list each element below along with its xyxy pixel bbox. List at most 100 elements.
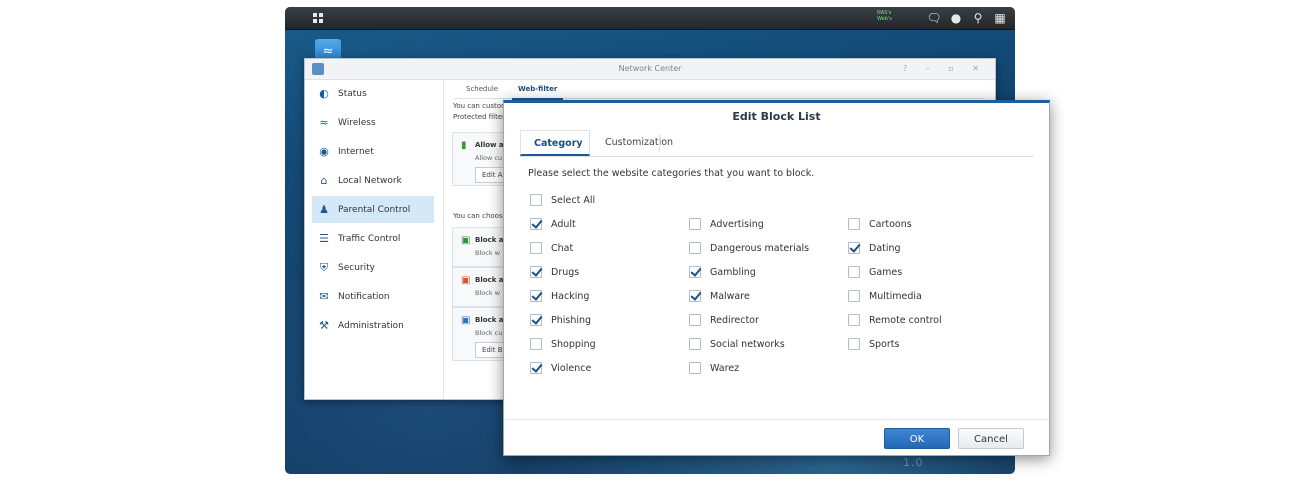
lock-icon: ▣ [461, 275, 471, 286]
card-title: Block a [475, 316, 504, 324]
checkbox-box[interactable] [848, 266, 860, 278]
checkbox-label: Drugs [551, 266, 580, 278]
card-title: Block a [475, 236, 504, 244]
card-title: Block a [475, 276, 504, 284]
checkbox-box[interactable] [530, 362, 542, 374]
local-network-icon: ⌂ [320, 174, 328, 187]
category-checkbox-phishing[interactable]: Phishing [530, 312, 591, 328]
checkbox-box[interactable] [689, 362, 701, 374]
checkbox-label: Adult [551, 218, 576, 230]
category-checkbox-cartoons[interactable]: Cartoons [848, 216, 912, 232]
tab-web-filter[interactable]: Web-filter [512, 80, 564, 100]
card-title: Allow a [475, 141, 504, 149]
tab-category[interactable]: Category [520, 130, 590, 156]
checkbox-box[interactable] [848, 338, 860, 350]
checkbox-box[interactable] [530, 242, 542, 254]
user-icon[interactable]: ● [945, 7, 967, 29]
ok-button[interactable]: OK [884, 428, 950, 449]
description-text: You can custom [453, 102, 508, 110]
checkbox-label: Select All [551, 194, 596, 206]
tab-schedule[interactable]: Schedule [460, 80, 504, 98]
checkbox-box[interactable] [689, 218, 701, 230]
sidebar-item-label: Internet [338, 146, 374, 157]
checkbox-box[interactable] [848, 218, 860, 230]
checkbox-box[interactable] [689, 290, 701, 302]
checkbox-box[interactable] [689, 266, 701, 278]
edit-block-list-dialog: Edit Block List Category Customization P… [503, 100, 1050, 456]
sidebar-item-label: Administration [338, 320, 404, 331]
window-titlebar[interactable]: Network Center ? – ▫ ✕ [305, 59, 995, 80]
category-checkbox-remote-control[interactable]: Remote control [848, 312, 942, 328]
tab-bar: Schedule Web-filter [454, 80, 984, 100]
sidebar-item-status[interactable]: ◐ Status [312, 80, 434, 107]
window-controls[interactable]: ? – ▫ ✕ [903, 59, 987, 79]
chat-icon[interactable]: 🗨 [923, 7, 945, 29]
card-description: Block w [475, 249, 500, 257]
checkbox-box[interactable] [689, 338, 701, 350]
sidebar-item-label: Parental Control [338, 204, 411, 215]
document-icon: ▮ [461, 140, 467, 151]
checkbox-label: Violence [551, 362, 592, 374]
checkbox-label: Dating [869, 242, 901, 254]
checkbox-label: Advertising [710, 218, 764, 230]
category-checkbox-gambling[interactable]: Gambling [689, 264, 756, 280]
checkbox-label: Multimedia [869, 290, 922, 302]
category-checkbox-chat[interactable]: Chat [530, 240, 573, 256]
sidebar-item-internet[interactable]: ◉ Internet [312, 138, 434, 165]
checkbox-box[interactable] [689, 242, 701, 254]
sidebar-item-local-network[interactable]: ⌂ Local Network [312, 167, 434, 194]
widgets-icon[interactable]: ▦ [989, 7, 1011, 29]
category-checkbox-redirector[interactable]: Redirector [689, 312, 759, 328]
sidebar: ◐ Status ≈ Wireless ◉ Internet ⌂ Local Network ♟… [305, 80, 444, 399]
checkbox-label: Shopping [551, 338, 596, 350]
checkbox-box[interactable] [530, 314, 542, 326]
sidebar-item-security[interactable]: ⛨ Security [312, 254, 434, 281]
category-checkbox-sports[interactable]: Sports [848, 336, 899, 352]
checkbox-box[interactable] [848, 290, 860, 302]
category-checkbox-drugs[interactable]: Drugs [530, 264, 579, 280]
category-checkbox-games[interactable]: Games [848, 264, 902, 280]
sidebar-item-label: Security [338, 262, 375, 273]
wireless-icon: ≈ [319, 116, 329, 129]
traffic-control-icon: ☰ [319, 232, 329, 245]
category-checkbox-hacking[interactable]: Hacking [530, 288, 589, 304]
select-all-checkbox[interactable]: Select All [530, 192, 595, 208]
checkbox-box[interactable] [848, 314, 860, 326]
sidebar-item-notification[interactable]: ✉ Notification [312, 283, 434, 310]
checkbox-box[interactable] [530, 338, 542, 350]
card-description: Block w [475, 289, 500, 297]
sidebar-item-parental-control[interactable]: ♟ Parental Control [312, 196, 434, 223]
checkbox-label: Chat [551, 242, 574, 254]
notification-icon: ✉ [319, 290, 329, 303]
main-menu-icon[interactable] [307, 7, 329, 29]
checkbox-box[interactable] [530, 290, 542, 302]
tab-customization[interactable]: Customization [592, 130, 686, 156]
checkbox-box[interactable] [689, 314, 701, 326]
category-checkbox-violence[interactable]: Violence [530, 360, 591, 376]
checkbox-box[interactable] [530, 266, 542, 278]
category-checkbox-warez[interactable]: Warez [689, 360, 739, 376]
category-checkbox-dangerous-materials[interactable]: Dangerous materials [689, 240, 809, 256]
checkbox-label: Dangerous materials [710, 242, 810, 254]
search-icon[interactable]: ⚲ [967, 7, 989, 29]
checkbox-label: Phishing [551, 314, 592, 326]
card-description: Block cu [475, 329, 503, 337]
sidebar-item-traffic-control[interactable]: ☰ Traffic Control [312, 225, 434, 252]
category-checkbox-dating[interactable]: Dating [848, 240, 901, 256]
checkbox-box[interactable] [530, 218, 542, 230]
sidebar-item-administration[interactable]: ⚒ Administration [312, 312, 434, 339]
category-checkbox-advertising[interactable]: Advertising [689, 216, 764, 232]
checkbox-box[interactable] [848, 242, 860, 254]
category-checkbox-multimedia[interactable]: Multimedia [848, 288, 922, 304]
category-checkbox-shopping[interactable]: Shopping [530, 336, 596, 352]
checkbox-box[interactable] [530, 194, 542, 206]
checkbox-label: Remote control [869, 314, 942, 326]
dialog-title: Edit Block List [732, 110, 821, 123]
category-checkbox-adult[interactable]: Adult [530, 216, 576, 232]
category-checkbox-social-networks[interactable]: Social networks [689, 336, 785, 352]
sidebar-item-label: Status [338, 88, 367, 99]
sidebar-item-wireless[interactable]: ≈ Wireless [312, 109, 434, 136]
category-checkbox-malware[interactable]: Malware [689, 288, 750, 304]
cancel-button[interactable]: Cancel [958, 428, 1024, 449]
checkbox-label: Sports [869, 338, 900, 350]
